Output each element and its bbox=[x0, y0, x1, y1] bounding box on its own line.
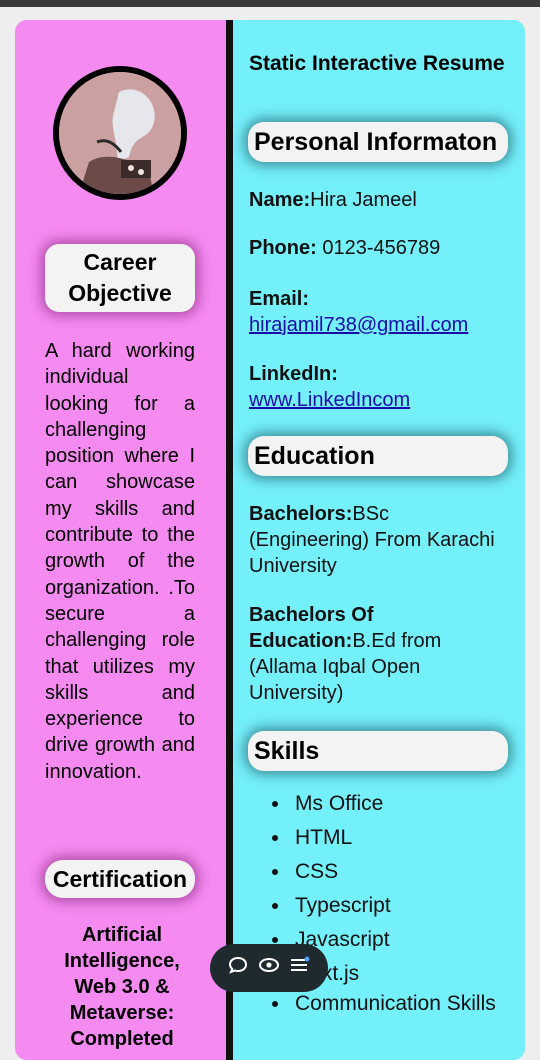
phone-label: Phone: bbox=[249, 237, 317, 259]
email-label: Email: bbox=[249, 288, 310, 310]
right-column: Static Interactive Resume Personal Infor… bbox=[233, 20, 525, 1060]
edu1-label: Bachelors: bbox=[249, 503, 353, 525]
name-label: Name: bbox=[249, 189, 311, 211]
linkedin-label: LinkedIn: bbox=[249, 363, 338, 385]
profile-photo bbox=[53, 66, 187, 200]
skill-item: Ms Office bbox=[291, 787, 496, 821]
floating-toolbar bbox=[210, 944, 328, 992]
menu-icon[interactable] bbox=[289, 955, 311, 981]
resume-title: Static Interactive Resume bbox=[249, 52, 505, 75]
linkedin-field: LinkedIn: www.LinkedIncom bbox=[249, 361, 509, 413]
career-objective-heading: Career Objective bbox=[45, 244, 195, 312]
education-heading: Education bbox=[248, 436, 508, 476]
career-objective-text: A hard working individual looking for a … bbox=[45, 340, 195, 783]
eye-icon[interactable] bbox=[258, 955, 280, 981]
skills-heading: Skills bbox=[248, 731, 508, 771]
skill-item: HTML bbox=[291, 821, 496, 855]
education-item-1: Bachelors:BSc (Engineering) From Karachi… bbox=[249, 501, 509, 579]
linkedin-link[interactable]: www.LinkedIncom bbox=[249, 389, 410, 411]
education-item-2: Bachelors Of Education:B.Ed from (Allama… bbox=[249, 602, 509, 706]
certification-heading: Certification bbox=[45, 860, 195, 898]
phone-field: Phone: 0123-456789 bbox=[249, 235, 509, 261]
column-divider bbox=[226, 20, 233, 1060]
profile-photo-art bbox=[59, 72, 181, 194]
skill-item: CSS bbox=[291, 855, 496, 889]
name-field: Name:Hira Jameel bbox=[249, 187, 509, 213]
certification-text: Artificial Intelligence, Web 3.0 & Metav… bbox=[64, 924, 180, 1050]
skill-item: Communication Skills bbox=[291, 991, 496, 1017]
skill-item: Typescript bbox=[291, 889, 496, 923]
email-link[interactable]: hirajamil738@gmail.com bbox=[249, 314, 468, 336]
resume-card: Career Objective A hard working individu… bbox=[15, 20, 525, 1060]
personal-info-heading: Personal Informaton bbox=[248, 122, 508, 162]
left-column: Career Objective A hard working individu… bbox=[15, 20, 226, 1060]
chat-icon[interactable] bbox=[227, 955, 249, 981]
top-status-strip bbox=[0, 0, 540, 7]
email-field: Email: hirajamil738@gmail.com bbox=[249, 286, 509, 338]
phone-value: 0123-456789 bbox=[316, 237, 441, 259]
name-value: Hira Jameel bbox=[310, 189, 417, 211]
